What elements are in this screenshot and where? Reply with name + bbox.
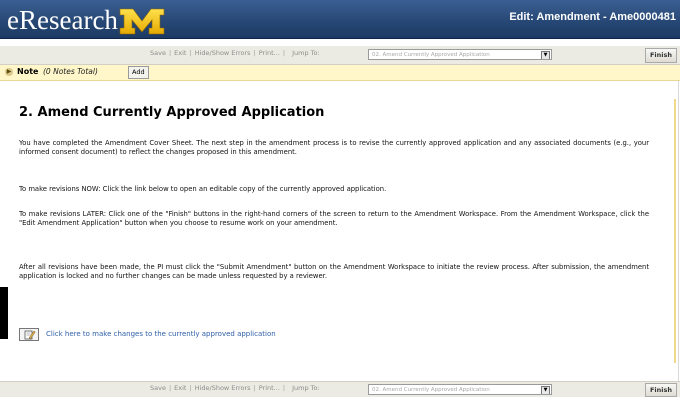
expand-arrow-icon[interactable]: ▶ xyxy=(5,68,13,76)
finish-button[interactable]: Finish xyxy=(644,383,677,397)
page-header-title: Edit: Amendment - Ame0000481 xyxy=(509,11,676,23)
instruction-paragraph: To make revisions NOW: Click the link be… xyxy=(19,185,387,193)
separator: | xyxy=(189,384,192,392)
scrollbar-edge xyxy=(678,81,679,381)
toolbar-links: Save | Exit | Hide/Show Errors | Print... | Jump… xyxy=(150,49,324,57)
separator: | xyxy=(282,384,286,392)
exit-link[interactable]: Exit xyxy=(174,49,186,57)
save-link[interactable]: Save xyxy=(150,49,166,57)
left-edge-strip xyxy=(0,287,8,339)
brand-logo: eResearch xyxy=(7,3,165,35)
edit-document-icon[interactable] xyxy=(19,327,39,341)
save-link[interactable]: Save xyxy=(150,384,166,392)
separator: | xyxy=(253,384,256,392)
note-label[interactable]: Note xyxy=(17,67,38,76)
right-accent-rule xyxy=(674,99,676,363)
page-title: 2. Amend Currently Approved Application xyxy=(19,105,325,120)
print-link[interactable]: Print... xyxy=(259,49,280,57)
chevron-down-icon[interactable]: ▼ xyxy=(541,386,550,394)
exit-link[interactable]: Exit xyxy=(174,384,186,392)
separator: | xyxy=(168,49,172,57)
separator: | xyxy=(282,49,286,57)
block-m-logo-icon xyxy=(119,8,165,35)
jump-to-selected-value: 02. Amend Currently Approved Application xyxy=(372,52,490,58)
separator: | xyxy=(253,49,256,57)
app-header: eResearch Edit: Amendment - Ame0000481 xyxy=(0,0,680,39)
jump-to-label: Jump To: xyxy=(292,49,320,57)
note-count: (0 Notes Total) xyxy=(43,67,98,76)
edit-application-link-text[interactable]: Click here to make changes to the curren… xyxy=(46,330,276,338)
chevron-down-icon[interactable]: ▼ xyxy=(541,51,550,59)
jump-to-label: Jump To: xyxy=(292,384,320,392)
note-bar: ▶ Note (0 Notes Total) Add xyxy=(0,65,680,81)
hide-show-errors-link[interactable]: Hide/Show Errors xyxy=(195,384,251,392)
print-link[interactable]: Print... xyxy=(259,384,280,392)
bottom-toolbar: Save | Exit | Hide/Show Errors | Print... | Jump… xyxy=(0,381,680,397)
separator: | xyxy=(189,49,192,57)
instruction-paragraph: To make revisions LATER: Click one of th… xyxy=(19,210,649,228)
instruction-paragraph: You have completed the Amendment Cover S… xyxy=(19,139,649,157)
top-toolbar: Save | Exit | Hide/Show Errors | Print... | Jump… xyxy=(0,46,680,65)
edit-application-link[interactable]: Click here to make changes to the curren… xyxy=(19,327,276,341)
toolbar-links: Save | Exit | Hide/Show Errors | Print... | Jump… xyxy=(150,384,324,392)
jump-to-select[interactable]: 02. Amend Currently Approved Application… xyxy=(368,49,552,60)
add-note-button[interactable]: Add xyxy=(128,66,149,79)
hide-show-errors-link[interactable]: Hide/Show Errors xyxy=(195,49,251,57)
jump-to-select[interactable]: 02. Amend Currently Approved Application… xyxy=(368,384,552,395)
instruction-paragraph: After all revisions have been made, the … xyxy=(19,263,649,281)
finish-button[interactable]: Finish xyxy=(644,48,677,63)
separator: | xyxy=(168,384,172,392)
jump-to-selected-value: 02. Amend Currently Approved Application xyxy=(372,387,490,393)
brand-text: eResearch xyxy=(7,5,118,35)
main-content: 2. Amend Currently Approved Application … xyxy=(0,81,680,381)
